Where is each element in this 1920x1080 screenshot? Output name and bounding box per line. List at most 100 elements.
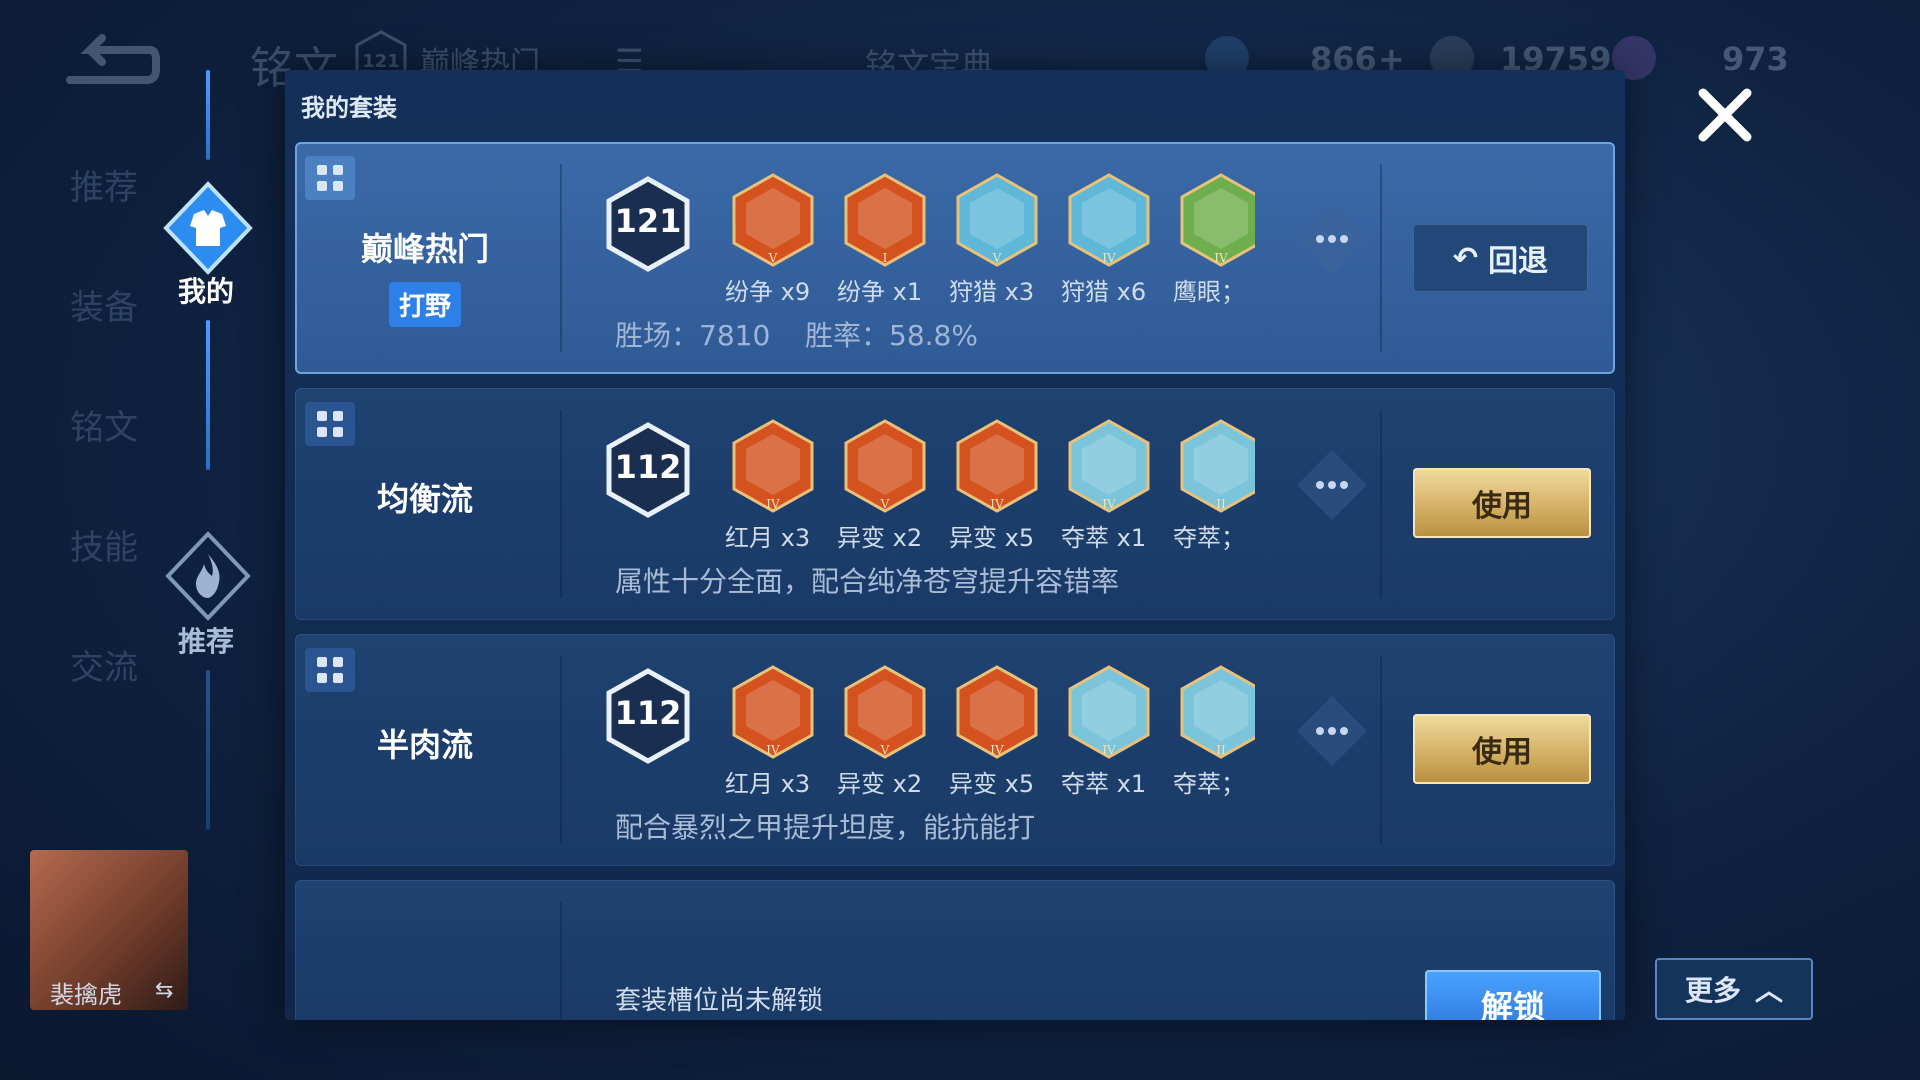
rail-line-bottom — [206, 670, 210, 830]
more-label: 更多 — [1684, 974, 1741, 1007]
my-tab-label[interactable]: 我的 — [178, 270, 234, 310]
inscription-item[interactable]: V 异变 x2 — [837, 418, 933, 552]
inscription-item[interactable]: IV 鹰眼； — [1173, 172, 1255, 306]
inscription-label: 夺萃 x1 — [1061, 770, 1147, 798]
close-icon[interactable] — [1695, 85, 1755, 145]
undo-icon: ↶ — [1452, 240, 1479, 276]
my-tab-icon[interactable] — [160, 180, 256, 276]
inscription-item[interactable]: I 纷争 x1 — [837, 172, 933, 306]
inscription-item[interactable]: IV 红月 x3 — [725, 664, 821, 798]
more-dots-icon[interactable] — [1295, 202, 1369, 276]
more-button[interactable]: 更多 ︿ — [1655, 958, 1813, 1020]
back-arrow-icon[interactable] — [60, 30, 160, 90]
svg-text:IV: IV — [1102, 497, 1116, 511]
inscription-gem-icon: IV — [954, 418, 1040, 514]
win-count: 胜场：7810 — [615, 319, 771, 352]
set-card-2[interactable]: 均衡流 112 IV 红月 x3 V 异变 x2 IV 异变 x5 IV 夺萃 x1 II 夺萃；… — [295, 388, 1615, 620]
inscription-label: 纷争 x9 — [725, 278, 811, 306]
svg-text:II: II — [1216, 497, 1226, 511]
use-button[interactable]: 使用 — [1413, 714, 1591, 784]
inscription-item[interactable]: IV 异变 x5 — [949, 664, 1045, 798]
svg-text:IV: IV — [1102, 743, 1116, 757]
side-nav-recommend[interactable]: 推荐 — [70, 160, 138, 209]
svg-text:121: 121 — [362, 51, 400, 72]
inscription-item[interactable]: IV 异变 x5 — [949, 418, 1045, 552]
svg-text:V: V — [768, 251, 778, 265]
inscription-label: 狩猎 x3 — [949, 278, 1035, 306]
inscription-gem-icon: I — [842, 172, 928, 268]
inscription-item[interactable]: IV 狩猎 x6 — [1061, 172, 1157, 306]
inscription-item[interactable]: IV 夺萃 x1 — [1061, 418, 1157, 552]
revert-button[interactable]: ↶ 回退 — [1413, 224, 1588, 292]
inscription-item[interactable]: IV 红月 x3 — [725, 418, 821, 552]
set-level: 112 — [614, 448, 682, 486]
inscription-gem-icon: IV — [730, 418, 816, 514]
inscription-label: 纷争 x1 — [837, 278, 923, 306]
unlock-button[interactable]: 解锁 — [1425, 970, 1601, 1020]
divider — [560, 164, 562, 352]
inscription-gem-icon: IV — [730, 664, 816, 760]
inscription-gem-icon: IV — [1066, 664, 1152, 760]
inscription-gem-icon: V — [842, 664, 928, 760]
svg-text:IV: IV — [1102, 251, 1116, 265]
side-nav-skill[interactable]: 技能 — [70, 520, 138, 569]
inscription-gem-icon: IV — [1066, 172, 1152, 268]
role-tag: 打野 — [389, 282, 462, 327]
set-name: 均衡流 — [376, 480, 473, 518]
grid-icon[interactable] — [305, 156, 355, 200]
inscription-gem-icon: IV — [954, 664, 1040, 760]
svg-text:IV: IV — [990, 743, 1004, 757]
set-level: 112 — [614, 694, 682, 732]
svg-text:I: I — [883, 251, 888, 265]
hero-name: 裴擒虎 — [50, 981, 122, 1009]
divider — [560, 656, 562, 844]
inscription-label: 夺萃 x1 — [1061, 524, 1147, 552]
set-card-locked: 套装槽位尚未解锁 解锁 — [295, 880, 1615, 1020]
inscription-label: 夺萃； — [1173, 770, 1245, 798]
inscription-item[interactable]: V 异变 x2 — [837, 664, 933, 798]
side-nav-inscription[interactable]: 铭文 — [70, 400, 138, 449]
inscription-label: 鹰眼； — [1173, 278, 1245, 306]
inscription-label: 红月 x3 — [725, 770, 811, 798]
inscription-item[interactable]: II 夺萃； — [1173, 664, 1255, 798]
svg-text:IV: IV — [990, 497, 1004, 511]
svg-text:IV: IV — [766, 743, 780, 757]
inscription-label: 夺萃； — [1173, 524, 1245, 552]
side-nav-equipment[interactable]: 装备 — [70, 280, 138, 329]
set-card-1[interactable]: 巅峰热门 打野 121 V 纷争 x9 I 纷争 x1 V 狩猎 x3 IV 狩猎 x6 IV 鹰… — [295, 142, 1615, 374]
set-name: 巅峰热门 — [360, 230, 489, 268]
recommend-tab-label[interactable]: 推荐 — [178, 620, 234, 660]
inscription-gem-icon: V — [730, 172, 816, 268]
svg-text:II: II — [1216, 743, 1226, 757]
inscription-item[interactable]: II 夺萃； — [1173, 418, 1255, 552]
side-nav-chat[interactable]: 交流 — [70, 640, 138, 689]
inscription-label: 异变 x5 — [949, 524, 1035, 552]
more-dots-icon[interactable] — [1295, 448, 1369, 522]
divider — [1380, 656, 1382, 844]
rail-line-top — [206, 70, 210, 160]
svg-text:V: V — [880, 497, 890, 511]
divider — [560, 902, 562, 1020]
set-description: 属性十分全面，配合纯净苍穹提升容错率 — [615, 565, 1120, 598]
grid-icon[interactable] — [305, 648, 355, 692]
set-card-3[interactable]: 半肉流 112 IV 红月 x3 V 异变 x2 IV 异变 x5 IV 夺萃 x1 II 夺萃；… — [295, 634, 1615, 866]
inscription-label: 异变 x2 — [837, 524, 923, 552]
inscription-list: IV 红月 x3 V 异变 x2 IV 异变 x5 IV 夺萃 x1 II 夺萃； — [725, 418, 1255, 558]
set-description: 配合暴烈之甲提升坦度，能抗能打 — [615, 811, 1036, 844]
recommend-tab-icon[interactable] — [162, 530, 254, 622]
set-name: 半肉流 — [376, 726, 473, 764]
gem-count: 973 — [1722, 40, 1789, 78]
inscription-item[interactable]: IV 夺萃 x1 — [1061, 664, 1157, 798]
swap-icon[interactable]: ⇆ — [155, 978, 173, 1003]
inscription-label: 异变 x2 — [837, 770, 923, 798]
inscription-item[interactable]: V 纷争 x9 — [725, 172, 821, 306]
rail-line-mid — [206, 320, 210, 470]
divider — [1380, 410, 1382, 598]
chevron-up-icon: ︿ — [1755, 974, 1784, 1007]
use-button[interactable]: 使用 — [1413, 468, 1591, 538]
more-dots-icon[interactable] — [1295, 694, 1369, 768]
set-level: 121 — [614, 202, 682, 240]
svg-text:V: V — [992, 251, 1002, 265]
grid-icon[interactable] — [305, 402, 355, 446]
inscription-item[interactable]: V 狩猎 x3 — [949, 172, 1045, 306]
